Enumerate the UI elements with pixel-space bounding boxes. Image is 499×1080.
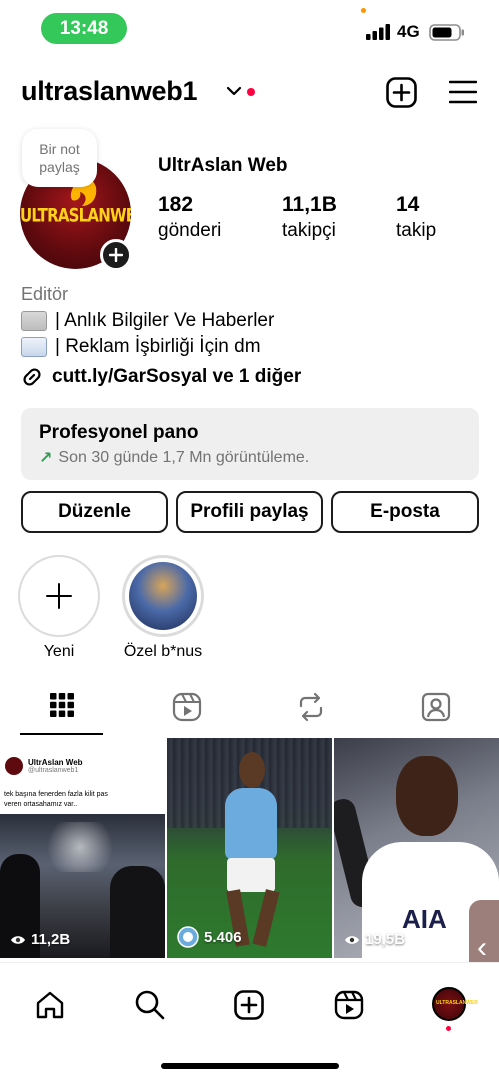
post-1-author: UltrAslan Web xyxy=(28,758,83,767)
highlight-new[interactable] xyxy=(18,555,100,637)
nav-home[interactable] xyxy=(35,990,65,1020)
post-thumbnail-1[interactable]: UltrAslan Web @ultraslanweb1 tek başına … xyxy=(0,738,165,958)
nav-profile-avatar[interactable]: ULTRASLANWEB xyxy=(432,987,478,1021)
nav-create[interactable] xyxy=(234,990,264,1020)
post-1-views: 11,2B xyxy=(10,931,70,948)
home-indicator xyxy=(161,1063,339,1069)
stat-following-value: 14 xyxy=(396,193,420,216)
signal-icon xyxy=(366,24,391,40)
menu-icon[interactable] xyxy=(449,80,477,104)
create-icon xyxy=(234,990,264,1020)
tab-reels[interactable] xyxy=(172,692,202,722)
stat-posts-label: gönderi xyxy=(158,220,222,241)
nav-profile-dot xyxy=(446,1026,451,1031)
stat-followers[interactable]: 11,1B takipçi xyxy=(282,193,337,242)
professional-dashboard[interactable]: Profesyonel pano ↗ Son 30 günde 1,7 Mn g… xyxy=(21,408,479,480)
profile-category: Editör xyxy=(21,284,69,304)
notification-dot xyxy=(247,88,255,96)
highlight-bonus[interactable] xyxy=(122,555,204,637)
privacy-indicator-dot xyxy=(361,8,366,13)
reels-icon xyxy=(172,692,202,722)
post-3-views: 19,5B xyxy=(344,931,405,948)
profile-tabs xyxy=(0,688,499,736)
bio-line-1: | Anlık Bilgiler Ve Haberler xyxy=(21,310,274,332)
share-profile-button[interactable]: Profili paylaş xyxy=(176,491,323,533)
nav-search[interactable] xyxy=(134,989,166,1021)
repost-icon xyxy=(299,692,323,722)
network-type: 4G xyxy=(397,22,420,41)
edit-profile-button[interactable]: Düzenle xyxy=(21,491,168,533)
dashboard-subtitle-text: Son 30 günde 1,7 Mn görüntüleme. xyxy=(58,449,310,466)
bio-line-2: | Reklam İşbirliği İçin dm xyxy=(21,336,261,358)
display-name: UltrAslan Web xyxy=(158,155,288,176)
bio-text-2: | Reklam İşbirliği İçin dm xyxy=(55,336,261,357)
bio-text-1: | Anlık Bilgiler Ve Haberler xyxy=(55,310,275,331)
profile-link[interactable]: cutt.ly/GarSosyal ve 1 diğer xyxy=(21,366,301,388)
tab-grid[interactable] xyxy=(49,692,75,718)
eye-icon xyxy=(11,935,25,944)
post-3-shirt-text: AIA xyxy=(402,904,447,934)
profile-link-text: cutt.ly/GarSosyal ve 1 diğer xyxy=(52,366,302,387)
tab-reposts[interactable] xyxy=(297,692,325,722)
create-post-icon[interactable] xyxy=(386,77,417,108)
dashboard-subtitle: ↗ Son 30 günde 1,7 Mn görüntüleme. xyxy=(39,448,479,468)
note-bubble[interactable]: Bir not paylaş xyxy=(22,129,97,187)
battery-icon xyxy=(429,24,465,41)
post-1-avatar xyxy=(5,757,23,775)
post-1-header: UltrAslan Web @ultraslanweb1 xyxy=(5,757,83,775)
note-text-line-2: paylaş xyxy=(39,159,80,175)
post-2-views-count: 5.406 xyxy=(204,928,242,946)
post-thumbnail-2[interactable]: 5.406 xyxy=(167,738,332,958)
stat-posts[interactable]: 182 gönderi xyxy=(158,193,221,242)
stat-following[interactable]: 14 takip xyxy=(396,193,436,242)
stat-posts-value: 182 xyxy=(158,193,194,216)
profile-username[interactable]: ultraslanweb1 xyxy=(21,76,197,107)
avatar-logo-text: ULTRASLANWEB xyxy=(20,203,131,227)
tagged-icon xyxy=(421,692,451,722)
nav-reels[interactable] xyxy=(334,990,364,1020)
eye-icon xyxy=(345,935,359,944)
highlight-bonus-thumbnail xyxy=(129,562,197,630)
highlight-new-label: Yeni xyxy=(43,643,75,660)
post-1-caption: tek başına fenerden fazla kilit pas vere… xyxy=(4,791,108,808)
post-1-handle: @ultraslanweb1 xyxy=(28,767,79,774)
reels-icon xyxy=(334,990,364,1020)
dashboard-title: Profesyonel pano xyxy=(39,422,199,443)
post-3-views-count: 19,5B xyxy=(365,931,406,948)
stat-following-label: takip xyxy=(396,220,437,241)
chevron-down-icon[interactable] xyxy=(226,85,242,97)
search-icon xyxy=(135,990,165,1020)
newspaper-emoji-icon xyxy=(21,311,47,331)
stat-followers-value: 11,1B xyxy=(282,193,337,216)
post-2-views: 5.406 xyxy=(177,926,242,948)
plus-icon xyxy=(46,583,72,609)
add-story-plus-icon[interactable] xyxy=(100,239,132,271)
manchester-city-badge-icon xyxy=(177,926,199,948)
tab-tagged[interactable] xyxy=(421,692,451,722)
email-button[interactable]: E-posta xyxy=(331,491,479,533)
note-text-line-1: Bir not xyxy=(39,141,80,157)
post-1-views-count: 11,2B xyxy=(31,931,71,948)
home-icon xyxy=(36,991,64,1019)
envelope-emoji-icon xyxy=(21,337,47,357)
stat-followers-label: takipçi xyxy=(282,220,336,241)
status-time: 13:48 xyxy=(41,13,127,44)
trend-up-arrow-icon: ↗ xyxy=(39,450,53,467)
grid-icon xyxy=(50,693,74,717)
link-icon xyxy=(23,368,41,386)
active-tab-indicator xyxy=(20,733,103,735)
highlight-bonus-label: Özel b*nus xyxy=(123,643,203,660)
